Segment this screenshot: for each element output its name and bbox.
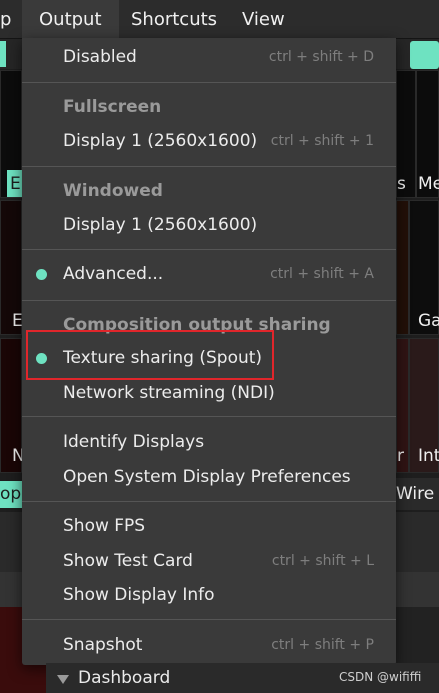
menu-item-label: Snapshot [63, 635, 143, 655]
clip-tile[interactable] [396, 200, 409, 335]
clip-label: Ga [418, 311, 439, 331]
shortcut-hint: ctrl + shift + 1 [270, 133, 374, 149]
menu-item-partial[interactable]: p [0, 0, 11, 38]
menu-separator [22, 300, 396, 301]
menu-separator [22, 501, 396, 502]
menu-view[interactable]: View [242, 0, 285, 38]
shortcut-hint: ctrl + shift + D [268, 49, 374, 65]
menu-header-label: Fullscreen [63, 97, 162, 117]
dashboard-label[interactable]: Dashboard [78, 668, 170, 688]
menu-item-advanced[interactable]: Advanced... ctrl + shift + A [22, 257, 396, 291]
menu-item-disabled[interactable]: Disabled ctrl + shift + D [22, 40, 396, 74]
menu-header-fullscreen: Fullscreen [22, 90, 396, 124]
menu-item-label: Disabled [63, 47, 137, 67]
shortcut-hint: ctrl + shift + A [270, 266, 374, 282]
layer-strip [396, 572, 439, 607]
collapse-triangle-icon[interactable] [57, 675, 69, 684]
menu-separator [22, 249, 396, 250]
clip-label: Me [418, 174, 439, 194]
menu-item-identify-displays[interactable]: Identify Displays [22, 425, 396, 459]
menu-item-show-test-card[interactable]: Show Test Card ctrl + shift + L [22, 544, 396, 578]
menu-separator [22, 166, 396, 167]
clip-label: E [10, 174, 21, 194]
menu-item-label: Advanced... [63, 264, 164, 284]
menu-item-label: Network streaming (NDI) [63, 383, 275, 403]
layer-strip [396, 512, 439, 572]
menu-item-label: Show FPS [63, 516, 146, 536]
layer-strip [396, 607, 439, 663]
clip-label: s [397, 174, 406, 194]
checked-dot-icon [36, 269, 47, 280]
layer-strip [0, 512, 22, 572]
menu-item-label: Show Test Card [63, 551, 193, 571]
menu-separator [22, 416, 396, 417]
shortcut-hint: ctrl + shift + L [271, 553, 374, 569]
clip-label: op [0, 484, 22, 504]
menu-item-network-streaming[interactable]: Network streaming (NDI) [22, 376, 396, 410]
clip-label: r [397, 446, 404, 466]
menu-item-open-system-prefs[interactable]: Open System Display Preferences [22, 460, 396, 494]
menu-item-snapshot[interactable]: Snapshot ctrl + shift + P [22, 628, 396, 662]
menu-item-label: Show Display Info [63, 585, 215, 605]
shortcut-hint: ctrl + shift + P [271, 637, 374, 653]
menu-output[interactable]: Output [22, 0, 119, 38]
watermark: CSDN @wififfi [339, 670, 422, 684]
menu-item-label: Display 1 (2560x1600) [63, 131, 258, 151]
menu-item-label: Open System Display Preferences [63, 467, 351, 487]
clip-selected-indicator [410, 41, 439, 69]
menu-item-fullscreen-display[interactable]: Display 1 (2560x1600) ctrl + shift + 1 [22, 124, 396, 158]
menu-shortcuts[interactable]: Shortcuts [131, 0, 217, 38]
menu-separator [22, 82, 396, 83]
menu-item-show-fps[interactable]: Show FPS [22, 509, 396, 543]
clip-label: Wire [396, 484, 435, 504]
annotation-highlight-box [26, 330, 274, 380]
menu-header-windowed: Windowed [22, 174, 396, 208]
menu-bar: p Output Shortcuts View [0, 0, 439, 39]
menu-item-label: Identify Displays [63, 432, 205, 452]
menu-header-label: Windowed [63, 181, 163, 201]
layer-strip [0, 572, 22, 607]
clip-selected-indicator-left [0, 41, 6, 67]
menu-item-label: Display 1 (2560x1600) [63, 215, 258, 235]
menu-separator [22, 619, 396, 620]
menu-item-show-display-info[interactable]: Show Display Info [22, 578, 396, 612]
menu-item-windowed-display[interactable]: Display 1 (2560x1600) [22, 208, 396, 242]
clip-label: Int [418, 446, 439, 466]
